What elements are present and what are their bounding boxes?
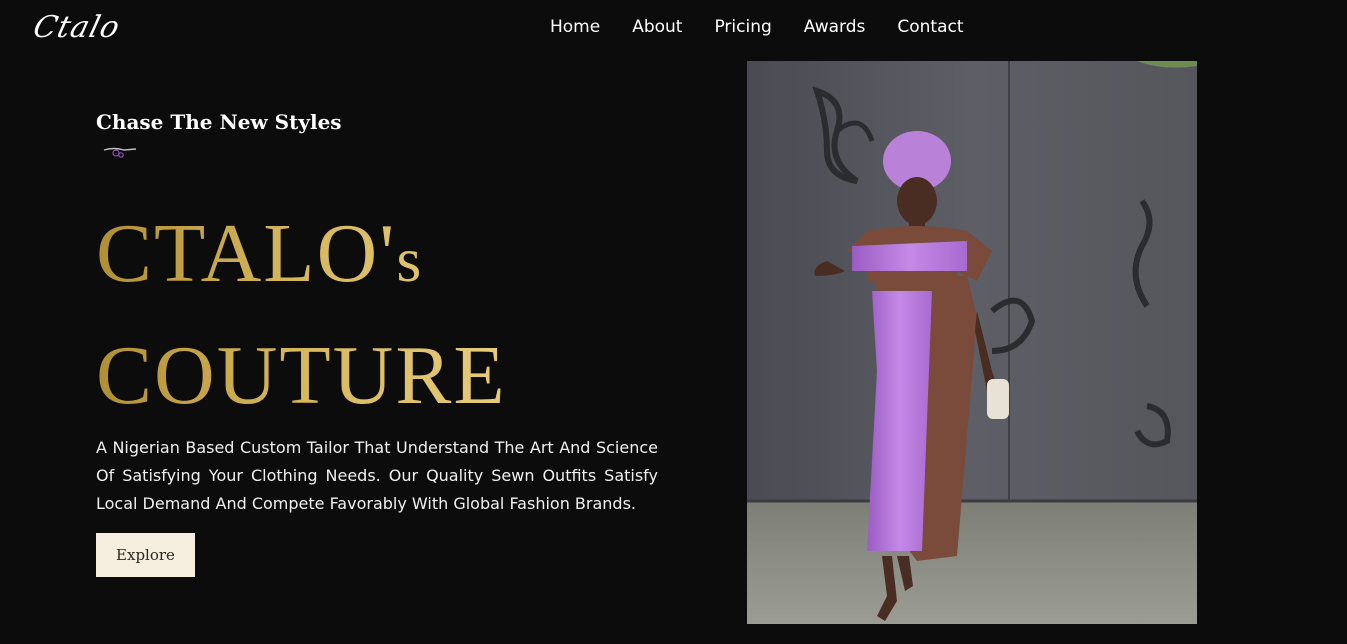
nav-pricing[interactable]: Pricing bbox=[714, 17, 771, 37]
hero-description: A Nigerian Based Custom Tailor That Unde… bbox=[96, 438, 658, 513]
explore-button[interactable]: Explore bbox=[96, 533, 195, 577]
nav-contact[interactable]: Contact bbox=[897, 17, 963, 37]
nav-about[interactable]: About bbox=[632, 17, 682, 37]
hero-title-line2: COUTURE bbox=[96, 329, 507, 422]
hero-title-suffix: s bbox=[396, 224, 424, 295]
hero-title: CTALO's COUTURE bbox=[96, 196, 507, 434]
hero-title-line1: CTALO's bbox=[96, 196, 507, 318]
brand-logo[interactable]: Ctalo bbox=[30, 10, 124, 45]
hero-tagline: Chase The New Styles bbox=[96, 110, 342, 134]
nav-awards[interactable]: Awards bbox=[804, 17, 866, 37]
needle-thread-icon bbox=[102, 144, 138, 164]
hero-photo bbox=[747, 61, 1197, 624]
hero-title-main: CTALO' bbox=[96, 207, 397, 300]
nav-home[interactable]: Home bbox=[550, 17, 600, 37]
main-nav: Home About Pricing Awards Contact bbox=[550, 17, 996, 37]
